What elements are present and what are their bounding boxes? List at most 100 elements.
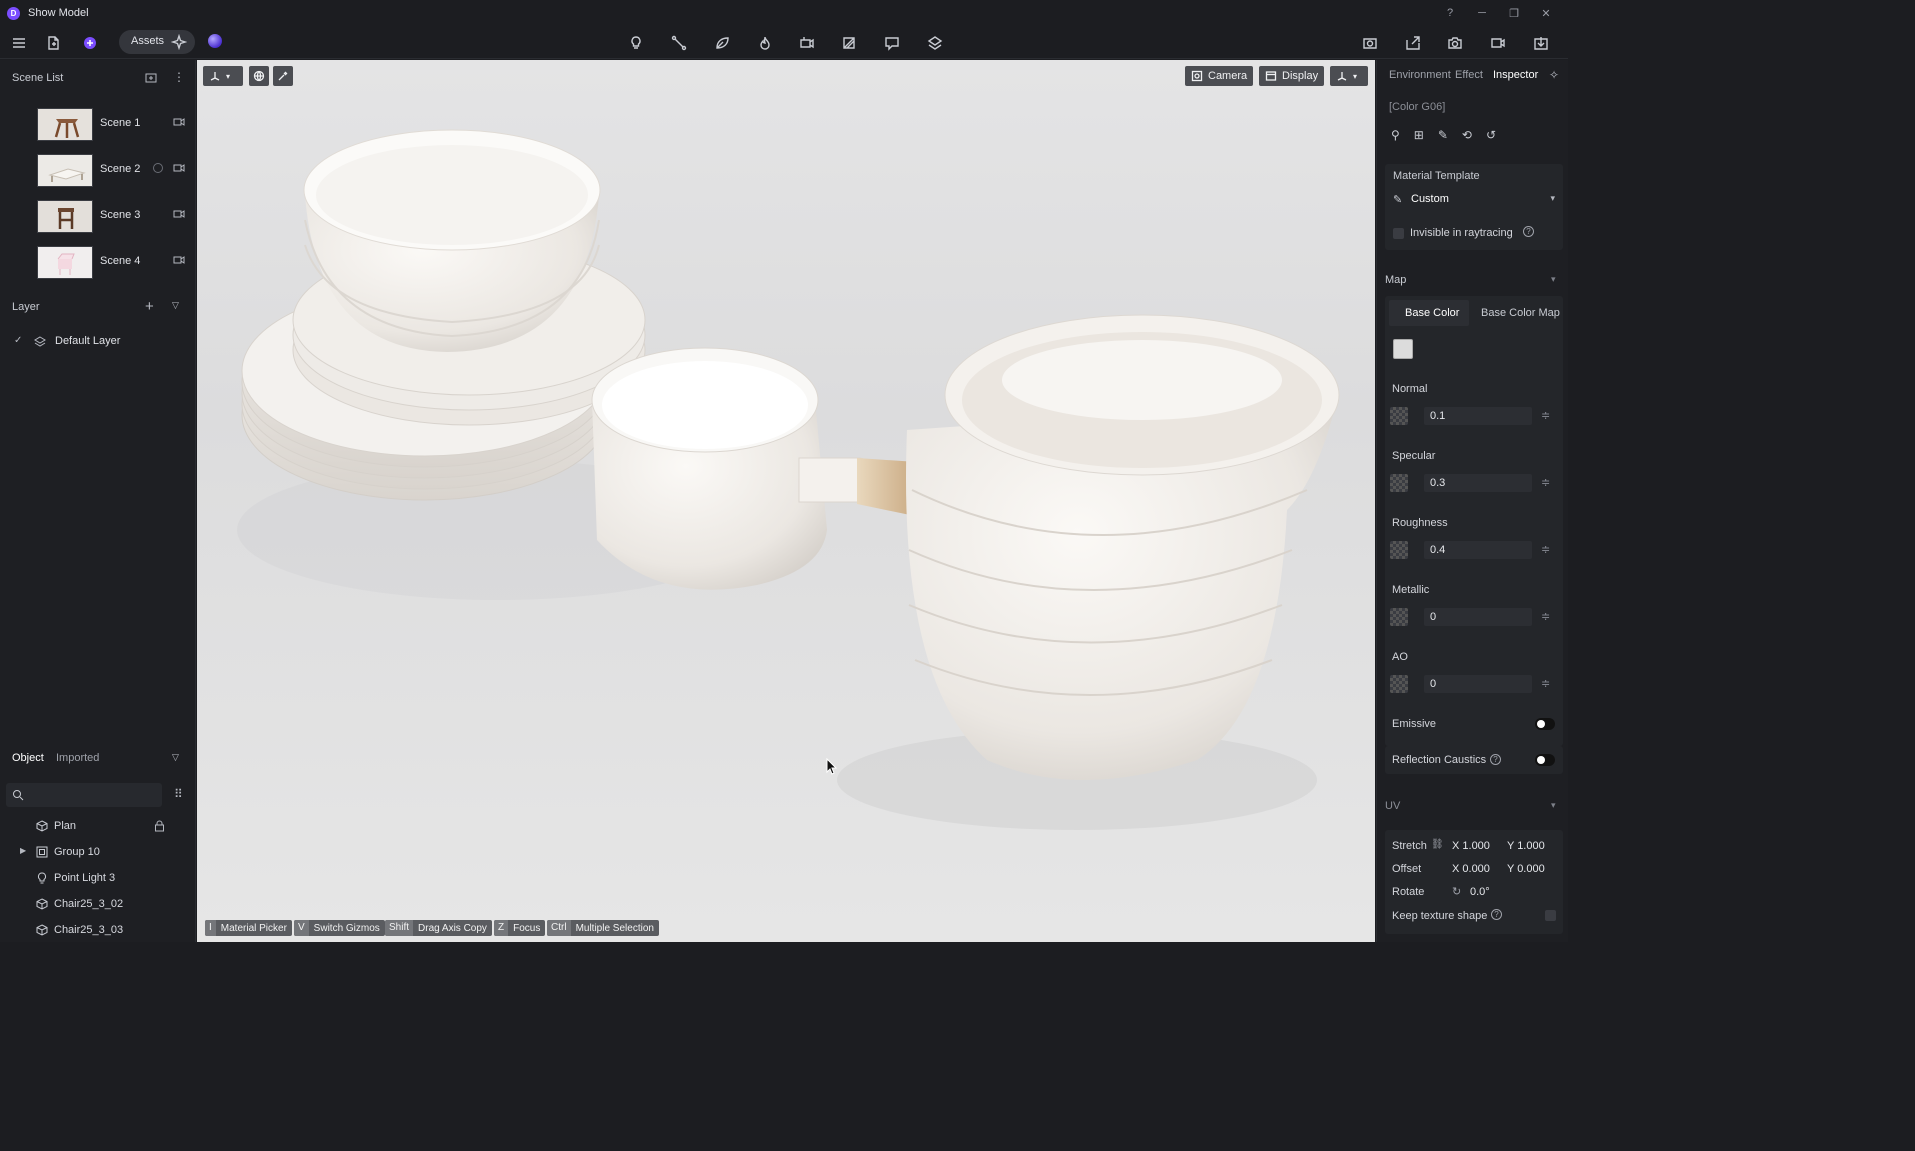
export-image-icon[interactable] — [1403, 33, 1423, 53]
layers-icon[interactable] — [925, 33, 945, 53]
lock-icon[interactable] — [154, 820, 165, 832]
publish-icon[interactable] — [1531, 33, 1551, 53]
normal-input[interactable]: 0.1 — [1424, 407, 1532, 425]
expand-arrow-icon[interactable]: ▶ — [20, 846, 26, 855]
material-paint-icon[interactable]: ✎ — [1438, 128, 1448, 144]
tab-object[interactable]: Object — [12, 752, 44, 764]
invisible-raytracing-checkbox[interactable] — [1393, 228, 1404, 239]
ao-map-slot[interactable] — [1390, 675, 1408, 693]
leaf-icon[interactable] — [712, 33, 732, 53]
keep-texture-checkbox[interactable] — [1545, 910, 1556, 921]
scene-camera-icon[interactable] — [173, 163, 185, 173]
adjust-icon[interactable]: ≑ — [1541, 677, 1550, 690]
add-layer-icon[interactable]: + — [145, 298, 154, 315]
metallic-input[interactable]: 0 — [1424, 608, 1532, 626]
help-icon[interactable]: ? — [1434, 7, 1466, 19]
adjust-icon[interactable]: ≑ — [1541, 476, 1550, 489]
restore-button[interactable]: ❐ — [1498, 7, 1530, 20]
3d-viewport[interactable]: ▾ Camera Display ▾ I Material Picker V Swi… — [197, 60, 1375, 942]
menu-icon[interactable] — [9, 33, 29, 53]
object-item-light[interactable]: Point Light 3 — [0, 866, 196, 890]
offset-label: Offset — [1392, 863, 1422, 875]
base-color-swatch[interactable] — [1393, 339, 1413, 359]
help-icon[interactable]: ? — [1490, 754, 1501, 765]
layer-item-default[interactable]: ✓ Default Layer — [0, 332, 196, 354]
minimize-button[interactable]: ─ — [1466, 7, 1498, 19]
new-file-icon[interactable] — [43, 33, 63, 53]
pin-icon[interactable]: ✧ — [1549, 68, 1559, 82]
camera-button[interactable]: Camera — [1185, 66, 1254, 86]
ao-input[interactable]: 0 — [1424, 675, 1532, 693]
offset-x-input[interactable]: X 0.000 — [1452, 863, 1490, 875]
add-scene-icon[interactable] — [145, 72, 157, 84]
reflection-caustics-toggle[interactable] — [1535, 754, 1555, 766]
grid-view-icon[interactable]: ⠿ — [174, 787, 183, 801]
check-icon[interactable]: ✓ — [14, 335, 22, 346]
display-button[interactable]: Display — [1259, 66, 1325, 86]
rotate-input[interactable]: 0.0° — [1470, 886, 1490, 898]
tab-environment[interactable]: Environment — [1389, 69, 1451, 81]
object-item-plan[interactable]: Plan — [0, 814, 196, 838]
chevron-down-icon[interactable]: ▾ — [1551, 274, 1556, 285]
path-tool-icon[interactable] — [669, 33, 689, 53]
tab-imported[interactable]: Imported — [56, 752, 99, 764]
link-icon[interactable]: ⛓ — [1431, 839, 1444, 850]
emissive-toggle[interactable] — [1535, 718, 1555, 730]
roughness-map-slot[interactable] — [1390, 541, 1408, 559]
object-item-group[interactable]: ▶ Group 10 — [0, 840, 196, 864]
normal-map-slot[interactable] — [1390, 407, 1408, 425]
stretch-x-input[interactable]: X 1.000 — [1452, 840, 1490, 852]
stretch-y-input[interactable]: Y 1.000 — [1507, 840, 1545, 852]
base-color-tab[interactable]: Base Color — [1389, 300, 1469, 326]
roughness-input[interactable]: 0.4 — [1424, 541, 1532, 559]
scene-more-icon[interactable]: ⋮ — [173, 70, 185, 84]
object-filter-icon[interactable]: ▽ — [172, 752, 179, 763]
render-orb-icon[interactable] — [208, 34, 222, 48]
material-reset-icon[interactable]: ↺ — [1486, 128, 1496, 144]
scene-camera-icon[interactable] — [173, 209, 185, 219]
gizmo-dropdown[interactable]: ▾ — [203, 66, 243, 86]
specular-input[interactable]: 0.3 — [1424, 474, 1532, 492]
object-item-chair-02[interactable]: Chair25_3_02 — [0, 892, 196, 916]
scene-camera-icon[interactable] — [173, 255, 185, 265]
scene-camera-icon[interactable] — [173, 117, 185, 127]
adjust-icon[interactable]: ≑ — [1541, 610, 1550, 623]
annotation-icon[interactable] — [882, 33, 902, 53]
render-view-icon[interactable] — [1360, 33, 1380, 53]
material-picker-icon[interactable]: ⚲ — [1391, 128, 1400, 144]
video-render-icon[interactable] — [1488, 33, 1508, 53]
object-search-input[interactable] — [6, 783, 162, 807]
adjust-icon[interactable]: ≑ — [1541, 543, 1550, 556]
video-object-icon[interactable] — [797, 33, 817, 53]
object-name: Chair25_3_02 — [54, 898, 124, 910]
scene-item-3[interactable]: Scene 3 — [8, 196, 190, 236]
object-item-chair-03[interactable]: Chair25_3_03 — [0, 918, 196, 942]
help-icon[interactable]: ? — [1523, 226, 1534, 237]
tab-inspector[interactable]: Inspector — [1493, 69, 1538, 81]
material-replace-icon[interactable]: ⟲ — [1462, 128, 1472, 144]
assets-button[interactable]: Assets — [119, 30, 195, 54]
camera-capture-icon[interactable] — [1445, 33, 1465, 53]
metallic-map-slot[interactable] — [1390, 608, 1408, 626]
ai-plus-icon[interactable] — [80, 33, 100, 53]
adjust-icon[interactable]: ≑ — [1541, 409, 1550, 422]
scene-item-1[interactable]: Scene 1 — [8, 104, 190, 144]
fire-icon[interactable] — [755, 33, 775, 53]
material-add-icon[interactable]: ⊞ — [1414, 128, 1424, 144]
view-options-dropdown[interactable]: ▾ — [1330, 66, 1368, 86]
close-button[interactable]: ✕ — [1530, 7, 1562, 20]
chevron-down-icon[interactable]: ▾ — [1551, 800, 1556, 811]
globe-icon[interactable] — [249, 66, 269, 86]
specular-map-slot[interactable] — [1390, 474, 1408, 492]
section-icon[interactable] — [839, 33, 859, 53]
scene-item-4[interactable]: Scene 4 — [8, 242, 190, 282]
scene-item-2[interactable]: Scene 2 — [8, 150, 190, 190]
help-icon[interactable]: ? — [1491, 909, 1502, 920]
light-bulb-icon[interactable] — [626, 33, 646, 53]
offset-y-input[interactable]: Y 0.000 — [1507, 863, 1545, 875]
template-select[interactable]: ✎ Custom ▾ — [1389, 190, 1559, 210]
tab-effect[interactable]: Effect — [1455, 69, 1483, 81]
eyedropper-icon[interactable] — [273, 66, 293, 86]
layer-filter-icon[interactable]: ▽ — [172, 300, 179, 311]
base-color-map-tab[interactable]: Base Color Map — [1481, 307, 1560, 319]
